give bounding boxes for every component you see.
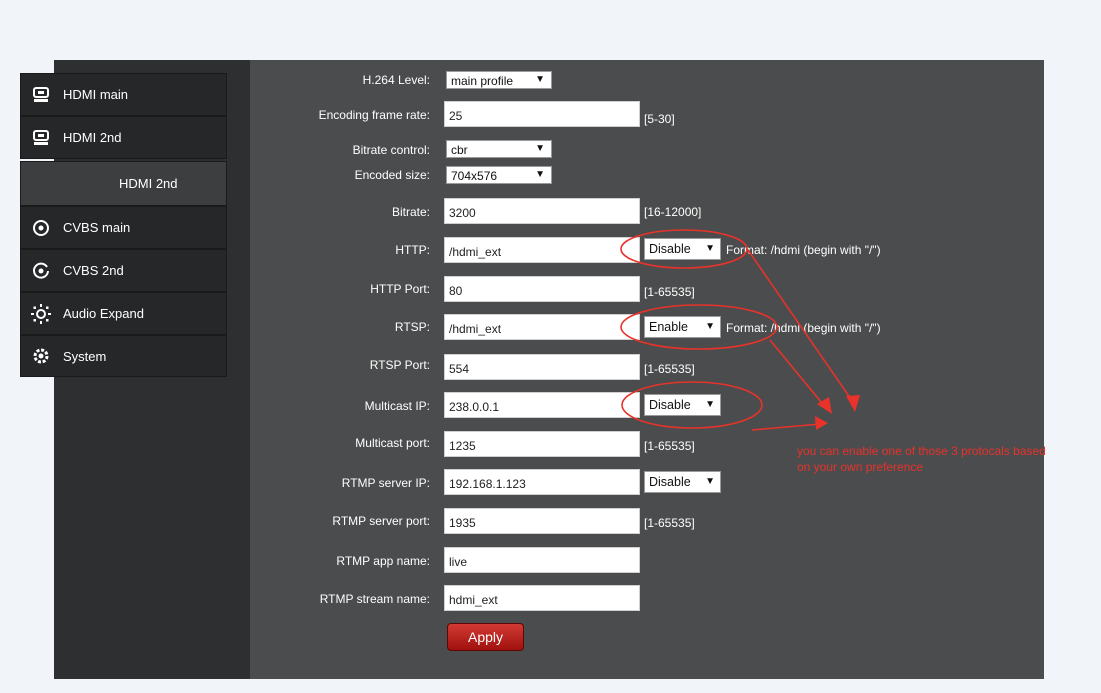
annotation-arrowhead — [846, 395, 860, 412]
annotation-arrow-line — [747, 249, 854, 403]
annotation-circle-multicast — [621, 381, 763, 429]
annotation-arrowhead — [815, 416, 828, 430]
annotation-overlay — [620, 229, 860, 431]
annotation-line-1: you can enable one of those 3 protocals … — [797, 444, 1046, 458]
annotation-circle-http — [620, 229, 748, 269]
annotation-note: you can enable one of those 3 protocals … — [797, 443, 1046, 475]
annotation-circle-rtsp — [620, 304, 778, 350]
annotation-line-2: on your own preference — [797, 460, 924, 474]
annotation-arrow-line — [751, 423, 821, 431]
